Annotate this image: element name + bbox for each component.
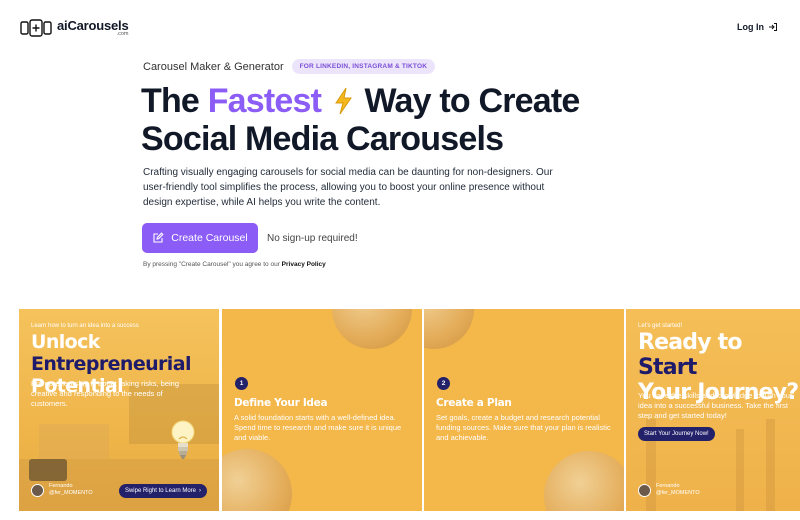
decor-circle <box>424 309 474 349</box>
lightning-icon <box>334 87 352 115</box>
logo-icon <box>20 19 52 37</box>
login-link[interactable]: Log In <box>737 22 778 32</box>
slide-title-accent: Entrepreneurial <box>31 353 191 375</box>
cta-row: Create Carousel No sign-up required! <box>142 223 358 253</box>
swipe-right-button[interactable]: Swipe Right to Learn More › <box>118 484 207 498</box>
headline-part1: The <box>141 82 208 120</box>
headline: The Fastest Way to Create Social Media C… <box>141 82 580 158</box>
platform-pill: FOR LINKEDIN, INSTAGRAM & TIKTOK <box>291 59 436 74</box>
author: Fernando @fer_MOMENTO <box>638 483 700 497</box>
slide-caption: Let's get started! <box>638 323 683 329</box>
login-label: Log In <box>737 22 764 32</box>
author: Fernando @fer_MOMENTO <box>31 483 93 497</box>
chevron-right-icon: › <box>199 488 201 494</box>
swipe-label: Swipe Right to Learn More <box>124 488 196 494</box>
author-name: Fernando <box>656 483 680 489</box>
create-carousel-button[interactable]: Create Carousel <box>142 223 258 253</box>
author-name: Fernando <box>49 483 73 489</box>
slide-body: You have the skills and knowledge to tur… <box>638 391 793 420</box>
decor-circle <box>332 309 412 349</box>
carousel-slide-step-2: 2 Create a Plan Set goals, create a budg… <box>424 309 624 511</box>
slide-caption: Learn how to turn an idea into a success <box>31 323 139 329</box>
legal-note: By pressing "Create Carousel" you agree … <box>143 261 326 268</box>
start-journey-button[interactable]: Start Your Journey Now! <box>638 427 715 441</box>
decor-circle <box>222 449 292 511</box>
slide-title-part1: Unlock <box>31 331 100 353</box>
step-body: Set goals, create a budget and research … <box>436 413 611 442</box>
login-icon <box>769 23 777 31</box>
step-body: A solid foundation starts with a well-de… <box>234 413 402 442</box>
step-title: Create a Plan <box>436 397 512 409</box>
step-number: 2 <box>437 377 450 390</box>
headline-accent: Fastest <box>207 82 322 120</box>
eyebrow-text: Carousel Maker & Generator <box>143 60 284 73</box>
logo-domain: .com <box>116 31 129 37</box>
author-handle: @fer_MOMENTO <box>49 490 93 496</box>
logo[interactable]: aiCarousels .com <box>20 19 129 37</box>
carousel-slide-intro: Learn how to turn an idea into a success… <box>19 309 219 511</box>
step-number: 1 <box>235 377 248 390</box>
edit-icon <box>153 232 164 243</box>
eyebrow: Carousel Maker & Generator FOR LINKEDIN,… <box>143 59 436 74</box>
avatar <box>638 483 651 497</box>
slide-body: Entrepreneurship is about taking risks, … <box>31 379 180 408</box>
phone-image <box>29 459 67 481</box>
hero-description: Crafting visually engaging carousels for… <box>143 167 553 208</box>
create-carousel-label: Create Carousel <box>171 232 248 244</box>
carousel-slide-step-1: 1 Define Your Idea A solid foundation st… <box>222 309 422 511</box>
no-signup-note: No sign-up required! <box>267 232 358 244</box>
privacy-policy-link[interactable]: Privacy Policy <box>282 261 326 268</box>
legal-prefix: By pressing "Create Carousel" you agree … <box>143 261 282 268</box>
author-handle: @fer_MOMENTO <box>656 490 700 496</box>
headline-line2: Social Media Carousels <box>141 120 504 158</box>
avatar <box>31 483 44 497</box>
step-title: Define Your Idea <box>234 397 328 409</box>
slide-title-accent: Start <box>638 355 697 380</box>
slide-title-part1: Ready to <box>638 330 742 355</box>
carousel-preview[interactable]: Learn how to turn an idea into a success… <box>19 309 800 511</box>
decor-circle <box>544 451 624 511</box>
headline-part2: Way to Create <box>355 82 580 120</box>
carousel-slide-cta: Let's get started! Ready to Start Your J… <box>626 309 800 511</box>
lightbulb-icon <box>171 420 195 459</box>
